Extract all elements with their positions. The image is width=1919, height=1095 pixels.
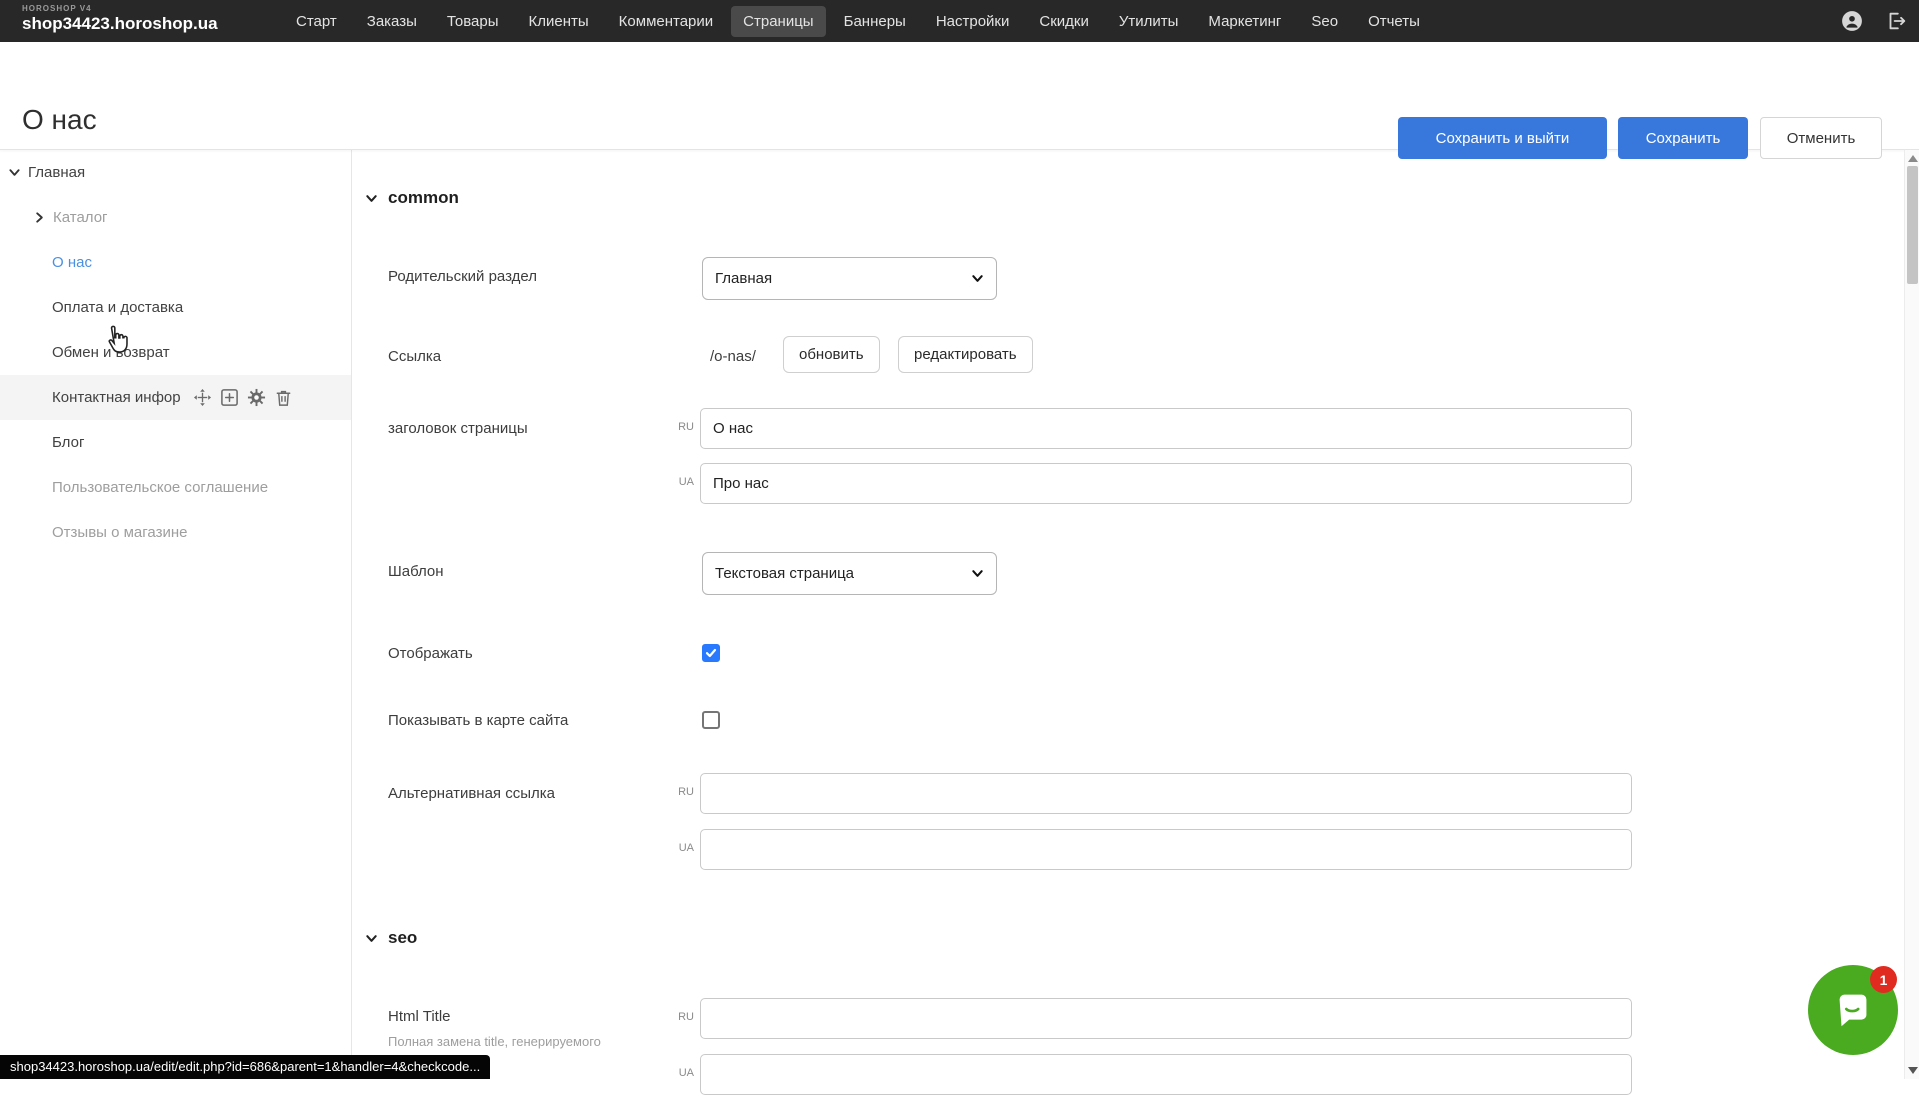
parent-section-select[interactable]: Главная xyxy=(702,257,997,300)
lang-badge-ru: RU xyxy=(666,786,694,798)
scrollbar-thumb[interactable] xyxy=(1907,166,1918,284)
menu-item-marketing[interactable]: Маркетинг xyxy=(1196,6,1293,37)
menu-item-start[interactable]: Старт xyxy=(284,6,349,37)
tree-item-otzyvy-o-magazine[interactable]: Отзывы о магазине xyxy=(0,510,351,555)
scroll-down-arrow-icon[interactable] xyxy=(1908,1067,1918,1074)
chat-bubble-icon xyxy=(1830,987,1876,1033)
alt-link-ru-input[interactable] xyxy=(700,773,1632,814)
sitemap-label: Показывать в карте сайта xyxy=(388,712,568,729)
page-title-ua-input[interactable] xyxy=(700,463,1632,504)
user-avatar-icon[interactable] xyxy=(1841,10,1863,32)
html-title-ua-input[interactable] xyxy=(700,1054,1632,1095)
chevron-down-icon xyxy=(365,192,378,205)
chevron-down-icon[interactable] xyxy=(8,166,21,179)
link-edit-button[interactable]: редактировать xyxy=(898,336,1033,373)
chat-unread-badge[interactable]: 1 xyxy=(1870,966,1897,993)
main-menu: Старт Заказы Товары Клиенты Комментарии … xyxy=(284,0,1432,42)
tree-item-label: О нас xyxy=(52,254,92,271)
tree-item-glavnaya[interactable]: Главная xyxy=(0,150,351,195)
lang-badge-ru: RU xyxy=(666,1011,694,1023)
tree-item-label: Блог xyxy=(52,434,84,451)
logout-icon[interactable] xyxy=(1885,10,1907,32)
save-and-exit-button[interactable]: Сохранить и выйти xyxy=(1398,117,1607,159)
pages-tree-sidebar: Главная Каталог О нас Оплата и доставка … xyxy=(0,150,352,1079)
tree-item-blog[interactable]: Блог xyxy=(0,420,351,465)
page-edit-form: common Родительский раздел Главная Ссылк… xyxy=(352,150,1904,1079)
settings-icon[interactable] xyxy=(247,388,266,407)
tree-item-obmen-i-vozvrat[interactable]: Обмен и возврат xyxy=(0,330,351,375)
menu-item-products[interactable]: Товары xyxy=(435,6,511,37)
lang-badge-ua: UA xyxy=(666,476,694,488)
move-icon[interactable] xyxy=(193,388,212,407)
select-value: Главная xyxy=(715,270,772,287)
tree-item-oplata-i-dostavka[interactable]: Оплата и доставка xyxy=(0,285,351,330)
chevron-down-icon xyxy=(971,567,984,580)
link-label: Ссылка xyxy=(388,348,441,365)
tree-item-kontaktnaya-informaciya[interactable]: Контактная инфор xyxy=(0,375,351,420)
menu-item-pages[interactable]: Страницы xyxy=(731,6,825,37)
check-icon xyxy=(705,647,717,659)
tree-item-polzovatelskoe-soglashenie[interactable]: Пользовательское соглашение xyxy=(0,465,351,510)
delete-icon[interactable] xyxy=(274,388,293,407)
menu-item-banners[interactable]: Баннеры xyxy=(832,6,918,37)
tree-item-label: Отзывы о магазине xyxy=(52,524,187,541)
html-title-label: Html Title xyxy=(388,1008,451,1025)
page-header: О нас Сохранить и выйти Сохранить Отмени… xyxy=(0,42,1919,150)
chevron-right-icon[interactable] xyxy=(33,211,46,224)
menu-item-utilities[interactable]: Утилиты xyxy=(1107,6,1191,37)
tree-item-label: Обмен и возврат xyxy=(52,344,170,361)
section-title: common xyxy=(388,188,459,208)
link-refresh-button[interactable]: обновить xyxy=(783,336,880,373)
section-common-toggle[interactable]: common xyxy=(365,188,459,208)
alt-link-label: Альтернативная ссылка xyxy=(388,785,555,802)
link-path-value: /o-nas/ xyxy=(710,348,756,365)
lang-badge-ru: RU xyxy=(666,421,694,433)
save-button[interactable]: Сохранить xyxy=(1618,117,1748,159)
alt-link-ua-input[interactable] xyxy=(700,829,1632,870)
tree-item-label: Пользовательское соглашение xyxy=(52,479,268,496)
display-checkbox[interactable] xyxy=(702,644,720,662)
tree-item-label: Каталог xyxy=(53,209,108,226)
menu-item-orders[interactable]: Заказы xyxy=(355,6,429,37)
brand[interactable]: HOROSHOP V4 shop34423.horoshop.ua xyxy=(22,4,218,34)
parent-section-label: Родительский раздел xyxy=(388,268,537,285)
tree-row-actions xyxy=(193,388,293,407)
menu-item-settings[interactable]: Настройки xyxy=(924,6,1022,37)
page-title: О нас xyxy=(22,104,97,136)
topbar: HOROSHOP V4 shop34423.horoshop.ua Старт … xyxy=(0,0,1919,42)
chevron-down-icon xyxy=(971,272,984,285)
topbar-icons xyxy=(1841,0,1907,42)
menu-item-clients[interactable]: Клиенты xyxy=(517,6,601,37)
tree-item-katalog[interactable]: Каталог xyxy=(0,195,351,240)
template-select[interactable]: Текстовая страница xyxy=(702,552,997,595)
scroll-up-arrow-icon[interactable] xyxy=(1908,155,1918,162)
cancel-button[interactable]: Отменить xyxy=(1760,117,1882,159)
display-label: Отображать xyxy=(388,645,473,662)
sitemap-checkbox[interactable] xyxy=(702,711,720,729)
menu-item-reports[interactable]: Отчеты xyxy=(1356,6,1432,37)
vertical-scrollbar[interactable] xyxy=(1904,150,1919,1079)
brand-version: HOROSHOP V4 xyxy=(22,4,218,13)
page-title-ru-input[interactable] xyxy=(700,408,1632,449)
section-title: seo xyxy=(388,928,417,948)
menu-item-seo[interactable]: Seo xyxy=(1299,6,1350,37)
html-title-hint: Полная замена title, генерируемого xyxy=(388,1034,601,1049)
menu-item-comments[interactable]: Комментарии xyxy=(607,6,725,37)
menu-item-discounts[interactable]: Скидки xyxy=(1027,6,1100,37)
section-seo-toggle[interactable]: seo xyxy=(365,928,417,948)
lang-badge-ua: UA xyxy=(666,1067,694,1079)
brand-domain: shop34423.horoshop.ua xyxy=(22,14,218,34)
page-title-label: заголовок страницы xyxy=(388,420,528,437)
tree-item-label: Оплата и доставка xyxy=(52,299,183,316)
tree-item-o-nas[interactable]: О нас xyxy=(0,240,351,285)
template-label: Шаблон xyxy=(388,563,444,580)
tree-item-label: Контактная инфор xyxy=(52,389,181,406)
add-icon[interactable] xyxy=(220,388,239,407)
lang-badge-ua: UA xyxy=(666,842,694,854)
html-title-ru-input[interactable] xyxy=(700,998,1632,1039)
status-url-tooltip: shop34423.horoshop.ua/edit/edit.php?id=6… xyxy=(0,1055,490,1079)
chevron-down-icon xyxy=(365,932,378,945)
tree-item-label: Главная xyxy=(28,164,85,181)
select-value: Текстовая страница xyxy=(715,565,854,582)
